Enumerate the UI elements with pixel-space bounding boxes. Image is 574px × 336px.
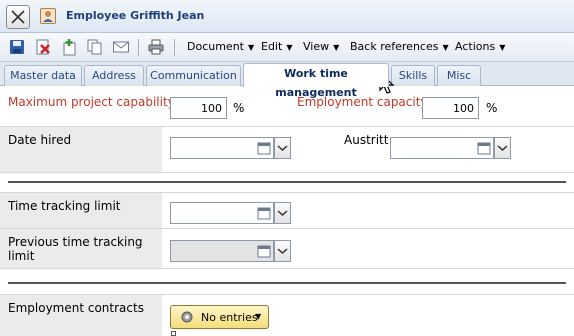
previous-time-tracking-limit-label: Previous time tracking limit: [0, 229, 162, 268]
menu-document[interactable]: Document ▼: [187, 40, 254, 53]
tab-bar: Master data Address Communication Work t…: [0, 62, 574, 99]
chevron-down-icon: ▼: [286, 43, 293, 52]
section-separator: [8, 181, 566, 183]
window-title: Employee Griffith Jean: [66, 9, 205, 22]
austritt-input[interactable]: [390, 137, 494, 159]
previous-time-tracking-limit-dropdown[interactable]: [274, 240, 291, 262]
menu-actions[interactable]: Actions ▼: [455, 40, 505, 53]
employment-contracts-button-label: No entries: [201, 311, 258, 324]
time-tracking-limit-row: Time tracking limit: [0, 192, 574, 228]
save-icon[interactable]: [8, 38, 26, 56]
tab-misc[interactable]: Misc: [437, 65, 481, 86]
austritt-label: Austritt: [344, 133, 389, 147]
chevron-down-icon: [277, 145, 288, 152]
resize-handle[interactable]: [171, 331, 176, 336]
date-hired-dropdown[interactable]: [274, 137, 291, 159]
employment-capacity-input[interactable]: 100: [422, 97, 479, 119]
time-tracking-limit-label: Time tracking limit: [0, 193, 162, 228]
employment-contracts-row: Employment contracts No entries ▼: [0, 294, 574, 336]
delete-icon[interactable]: [34, 38, 52, 56]
menu-edit[interactable]: Edit ▼: [261, 40, 292, 53]
toolbar-separator: [138, 39, 139, 56]
tab-communication[interactable]: Communication: [146, 65, 241, 86]
close-icon: [11, 10, 25, 24]
toolbar-separator: [174, 39, 175, 56]
section-separator: [8, 282, 566, 284]
email-icon[interactable]: [112, 38, 130, 56]
calendar-icon: [257, 245, 271, 258]
calendar-icon[interactable]: [256, 139, 272, 157]
section-separator-row: [0, 268, 574, 294]
chevron-down-icon: ▼: [499, 43, 506, 52]
tab-address[interactable]: Address: [84, 65, 144, 86]
date-hired-row: Date hired Austritt: [0, 126, 574, 172]
section-separator-row: [0, 172, 574, 192]
print-icon[interactable]: [147, 38, 165, 56]
chevron-down-icon: ▼: [248, 43, 255, 52]
gear-icon: [181, 311, 193, 323]
close-button[interactable]: [6, 5, 30, 29]
previous-time-tracking-limit-input: [170, 240, 274, 262]
tab-work-time-management[interactable]: Work time management: [243, 63, 389, 99]
time-tracking-limit-dropdown[interactable]: [274, 202, 291, 224]
tab-master-data[interactable]: Master data: [4, 65, 82, 86]
chevron-down-icon: ▼: [442, 43, 449, 52]
toolbar: Document ▼ Edit ▼ View ▼ Back references ▼ A…: [0, 33, 574, 62]
chevron-down-icon: [277, 248, 288, 255]
add-document-icon[interactable]: [60, 38, 78, 56]
tab-skills[interactable]: Skills: [391, 65, 435, 86]
work-time-form: Maximum project capability 100 % Employm…: [0, 86, 574, 336]
time-tracking-limit-input[interactable]: [170, 202, 274, 224]
chevron-down-icon: ▼: [333, 43, 340, 52]
max-capability-unit: %: [233, 101, 245, 115]
date-hired-label: Date hired: [0, 127, 162, 172]
employment-contracts-label: Employment contracts: [0, 295, 162, 336]
window-title-bar: Employee Griffith Jean: [0, 0, 574, 33]
chevron-down-icon: [277, 210, 288, 217]
employment-capacity-unit: %: [486, 101, 498, 115]
calendar-icon[interactable]: [476, 139, 492, 157]
person-icon: [40, 8, 56, 24]
previous-time-tracking-limit-row: Previous time tracking limit: [0, 228, 574, 268]
menu-view[interactable]: View ▼: [303, 40, 339, 53]
chevron-down-icon: [497, 145, 508, 152]
max-capability-input[interactable]: 100: [170, 97, 227, 119]
austritt-dropdown[interactable]: [494, 137, 511, 159]
chevron-down-icon: ▼: [255, 312, 262, 321]
max-capability-label: Maximum project capability: [8, 95, 175, 109]
calendar-icon[interactable]: [256, 204, 272, 222]
menu-back-references[interactable]: Back references ▼: [350, 40, 449, 53]
copy-icon[interactable]: [86, 38, 104, 56]
employment-contracts-button[interactable]: No entries ▼: [170, 305, 269, 329]
date-hired-input[interactable]: [170, 137, 274, 159]
